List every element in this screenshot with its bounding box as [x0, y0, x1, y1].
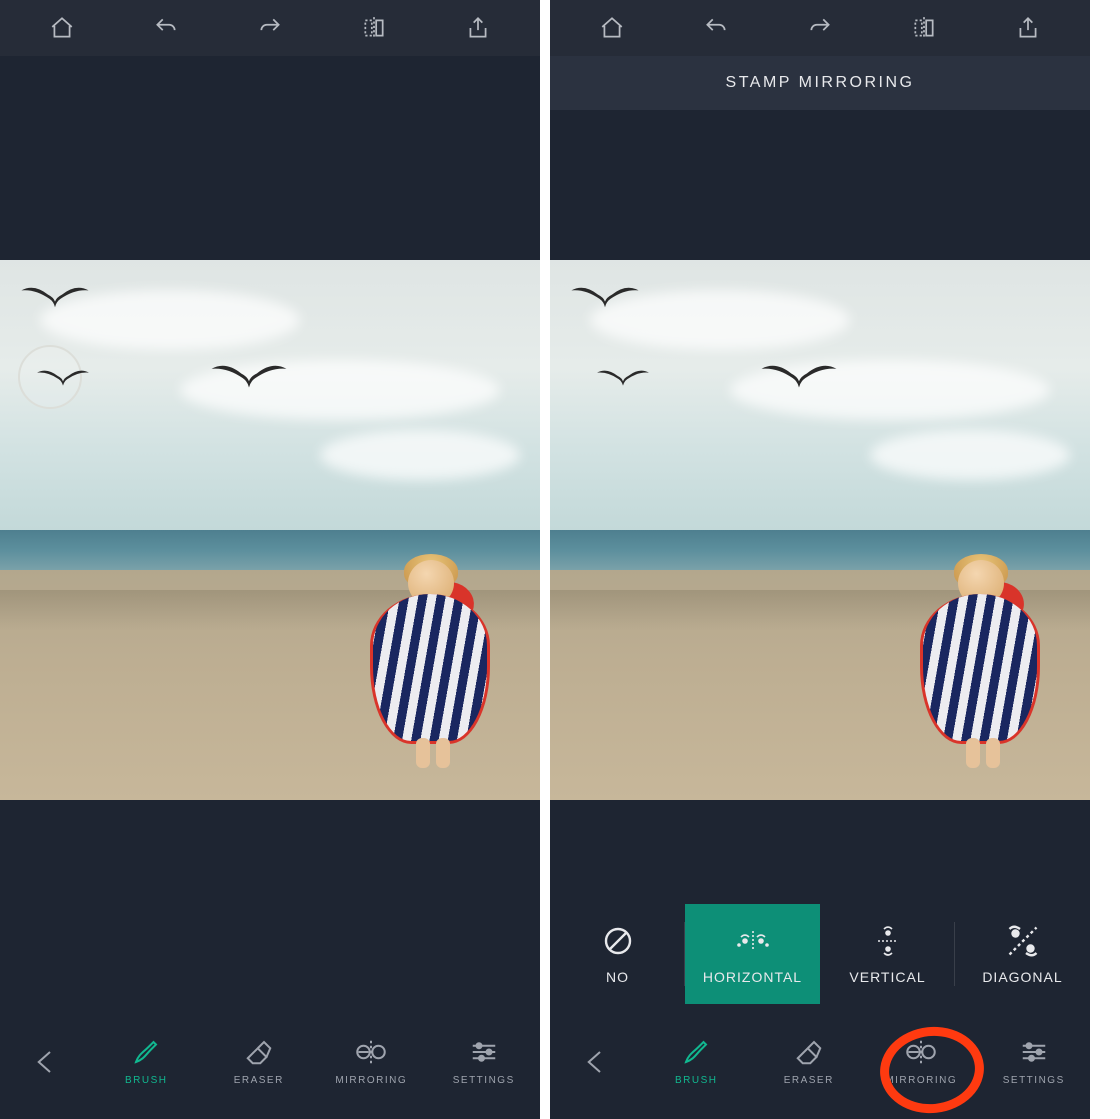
share-icon	[1015, 15, 1041, 41]
top-toolbar	[0, 0, 540, 56]
back-arrow-icon	[30, 1047, 60, 1077]
eraser-icon	[244, 1037, 274, 1067]
mirroring-icon	[906, 1037, 936, 1067]
bottom-toolbar: BRUSH ERASER MIRRORING SETTINGS	[550, 1004, 1090, 1119]
compare-icon	[911, 15, 937, 41]
child-subject	[370, 560, 490, 775]
undo-button[interactable]	[694, 6, 738, 50]
header-title: STAMP MIRRORING	[726, 74, 915, 92]
bird-icon	[20, 282, 90, 310]
mirror-option-label: DIAGONAL	[982, 969, 1062, 985]
mirror-option-horizontal[interactable]: HORIZONTAL	[685, 904, 820, 1004]
tool-brush[interactable]: BRUSH	[640, 1037, 753, 1086]
bird-icon	[596, 360, 650, 394]
tool-brush[interactable]: BRUSH	[90, 1037, 203, 1086]
mirroring-icon	[356, 1037, 386, 1067]
settings-icon	[469, 1037, 499, 1067]
mirror-option-diagonal[interactable]: DIAGONAL	[955, 904, 1090, 1004]
bird-icon	[36, 360, 90, 394]
top-toolbar	[550, 0, 1090, 56]
mirror-horizontal-icon	[735, 923, 771, 959]
tool-label: ERASER	[234, 1075, 284, 1086]
eraser-icon	[794, 1037, 824, 1067]
tool-label: SETTINGS	[1003, 1075, 1065, 1086]
home-icon	[599, 15, 625, 41]
share-button[interactable]	[456, 6, 500, 50]
canvas-area[interactable]	[550, 260, 1090, 800]
brush-icon	[681, 1037, 711, 1067]
mirror-option-label: VERTICAL	[849, 969, 925, 985]
bird-icon	[210, 358, 288, 392]
bottom-toolbar: BRUSH ERASER MIRRORING SETTINGS	[0, 1004, 540, 1119]
photo-canvas[interactable]	[550, 260, 1090, 800]
compare-icon	[361, 15, 387, 41]
tool-label: BRUSH	[125, 1075, 168, 1086]
tool-label: ERASER	[784, 1075, 834, 1086]
tool-settings[interactable]: SETTINGS	[978, 1037, 1091, 1086]
home-button[interactable]	[590, 6, 634, 50]
tool-eraser[interactable]: ERASER	[753, 1037, 866, 1086]
share-button[interactable]	[1006, 6, 1050, 50]
photo-canvas[interactable]	[0, 260, 540, 800]
tool-label: MIRRORING	[335, 1075, 407, 1086]
stamp-mirroring-header: STAMP MIRRORING	[550, 56, 1090, 110]
settings-icon	[1019, 1037, 1049, 1067]
mirror-option-label: NO	[606, 969, 629, 985]
bird-icon	[760, 358, 838, 392]
redo-button[interactable]	[248, 6, 292, 50]
home-button[interactable]	[40, 6, 84, 50]
mirror-diagonal-icon	[1005, 923, 1041, 959]
mirror-option-vertical[interactable]: VERTICAL	[820, 904, 955, 1004]
mirror-option-label: HORIZONTAL	[703, 969, 802, 985]
tool-eraser[interactable]: ERASER	[203, 1037, 316, 1086]
back-button[interactable]	[0, 1047, 90, 1077]
redo-icon	[807, 15, 833, 41]
tool-settings[interactable]: SETTINGS	[428, 1037, 541, 1086]
compare-button[interactable]	[352, 6, 396, 50]
home-icon	[49, 15, 75, 41]
compare-button[interactable]	[902, 6, 946, 50]
bird-icon	[570, 282, 640, 310]
editor-screen-right: STAMP MIRRORING	[550, 0, 1090, 1119]
mirror-options-row: NO HORIZONTAL VERTICAL DIAGONAL	[550, 904, 1090, 1004]
undo-icon	[703, 15, 729, 41]
redo-icon	[257, 15, 283, 41]
tool-label: BRUSH	[675, 1075, 718, 1086]
tool-label: SETTINGS	[453, 1075, 515, 1086]
back-arrow-icon	[580, 1047, 610, 1077]
tool-mirroring[interactable]: MIRRORING	[865, 1037, 978, 1086]
mirror-vertical-icon	[870, 923, 906, 959]
child-subject	[920, 560, 1040, 775]
undo-icon	[153, 15, 179, 41]
editor-screen-left: BRUSH ERASER MIRRORING SETTINGS	[0, 0, 540, 1119]
undo-button[interactable]	[144, 6, 188, 50]
brush-icon	[131, 1037, 161, 1067]
panel-divider	[540, 0, 550, 1119]
canvas-area[interactable]	[0, 260, 540, 800]
redo-button[interactable]	[798, 6, 842, 50]
tool-label: MIRRORING	[885, 1075, 957, 1086]
share-icon	[465, 15, 491, 41]
tool-mirroring[interactable]: MIRRORING	[315, 1037, 428, 1086]
back-button[interactable]	[550, 1047, 640, 1077]
no-mirror-icon	[600, 923, 636, 959]
mirror-option-no[interactable]: NO	[550, 904, 685, 1004]
